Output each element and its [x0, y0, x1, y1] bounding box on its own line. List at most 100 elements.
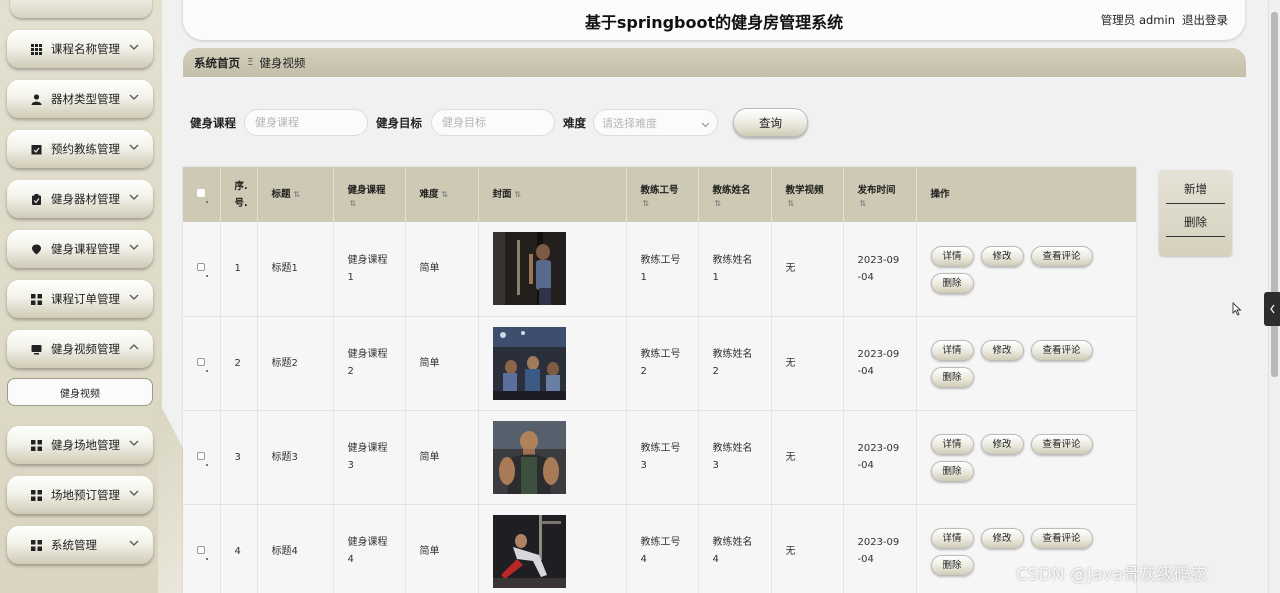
breadcrumb-home[interactable]: 系统首页 — [194, 55, 240, 71]
sidebar-item-fitness-videos[interactable]: 健身视频管理 — [7, 330, 153, 368]
cell-video: 无 — [771, 316, 844, 411]
mouse-cursor-icon — [1232, 302, 1242, 316]
sort-icon[interactable]: ⇅ — [860, 199, 916, 208]
cell-course-line1: 健身课程 — [347, 537, 388, 548]
select-all-checkbox[interactable] — [197, 189, 205, 197]
clipboard-icon — [31, 193, 42, 205]
delete-button[interactable]: 删除 — [930, 555, 974, 576]
column-header-difficulty[interactable]: 难度 ⇅ — [405, 167, 479, 222]
sidebar-item-coach-booking[interactable]: 预约教练管理 — [7, 130, 153, 168]
cell-course-line1: 健身课程 — [347, 443, 388, 454]
table-row: 3 标题3 健身课程 3 简单 教练工号 3 教练姓名 3 无 2023-09 … — [183, 410, 1136, 505]
cell-course: 健身课程 3 — [333, 410, 406, 505]
submenu-item-label: 健身视频 — [60, 388, 100, 400]
side-drawer-toggle[interactable] — [1264, 292, 1280, 326]
sort-icon[interactable]: ⇅ — [643, 199, 698, 208]
view-comments-button[interactable]: 查看评论 — [1030, 245, 1093, 267]
cell-index: 4 — [220, 504, 258, 593]
cell-coach-name: 教练姓名 1 — [698, 222, 772, 317]
view-comments-button[interactable]: 查看评论 — [1030, 528, 1093, 549]
cell-coach-name: 教练姓名 4 — [698, 504, 772, 593]
sidebar-item-top-partial[interactable] — [10, 0, 152, 18]
sidebar-item-venues[interactable]: 健身场地管理 — [7, 426, 153, 464]
delete-button[interactable]: 删除 — [930, 461, 974, 482]
sidebar-item-course-names[interactable]: 课程名称管理 — [7, 30, 153, 68]
detail-button[interactable]: 详情 — [930, 340, 974, 361]
view-comments-button[interactable]: 查看评论 — [1030, 434, 1093, 455]
sidebar-item-system[interactable]: 系统管理 — [7, 526, 153, 564]
edit-button[interactable]: 修改 — [980, 340, 1024, 361]
detail-button[interactable]: 详情 — [930, 434, 974, 455]
sidebar-item-equipment[interactable]: 健身器材管理 — [7, 180, 153, 218]
sidebar-item-course-orders[interactable]: 课程订单管理 — [7, 280, 153, 318]
breadcrumb: 系统首页 Ξ 健身视频 — [183, 48, 1246, 77]
table-header-row: 序. 号. 标题 ⇅ 健身课程 ⇅ 难度 ⇅ 封面 ⇅ 教练工号 ⇅ 教练姓名 ⇅ 教学视频 ⇅… — [183, 167, 1136, 222]
detail-button[interactable]: 详情 — [930, 528, 974, 549]
cell-cover — [478, 504, 627, 593]
cell-coach-id: 教练工号 1 — [626, 222, 699, 317]
delete-button[interactable]: 删除 — [930, 272, 974, 294]
cell-coach-name-line1: 教练姓名 — [712, 443, 753, 454]
cell-coach-id: 教练工号 4 — [626, 504, 699, 593]
cover-image[interactable] — [492, 514, 566, 588]
sort-icon[interactable]: ⇅ — [442, 190, 449, 199]
column-header-coach-id[interactable]: 教练工号 ⇅ — [626, 167, 699, 222]
row-checkbox[interactable] — [197, 451, 205, 460]
submenu-item-fitness-videos[interactable]: 健身视频 — [7, 378, 153, 406]
logout-link[interactable]: 退出登录 — [1182, 12, 1228, 28]
goal-filter-input[interactable] — [431, 109, 555, 136]
edit-button[interactable]: 修改 — [980, 245, 1024, 267]
course-filter-input[interactable] — [244, 109, 368, 136]
sort-icon[interactable]: ⇅ — [715, 199, 771, 208]
view-comments-button[interactable]: 查看评论 — [1030, 340, 1093, 361]
delete-button[interactable]: 删除 — [930, 367, 974, 388]
batch-delete-button[interactable]: 删除 — [1166, 207, 1225, 237]
sidebar-item-label: 健身课程管理 — [51, 242, 120, 256]
edit-button[interactable]: 修改 — [980, 528, 1024, 549]
column-header-publish-time[interactable]: 发布时间 ⇅ — [843, 167, 917, 222]
cell-cover — [478, 222, 627, 317]
cell-index: 1 — [220, 222, 258, 317]
cell-time-line1: 2023-09 — [857, 349, 900, 360]
edit-button[interactable]: 修改 — [980, 434, 1024, 455]
sort-icon[interactable]: ⇅ — [788, 199, 843, 208]
column-header-course[interactable]: 健身课程 ⇅ — [333, 167, 406, 222]
sort-icon[interactable]: ⇅ — [294, 190, 301, 199]
sidebar: 课程名称管理 器材类型管理 预约教练管理 健身器材管理 健身课程管理 课程订单管… — [0, 0, 162, 593]
column-header-cover[interactable]: 封面 ⇅ — [478, 167, 627, 222]
cell-course-line1: 健身课程 — [347, 254, 388, 266]
grid-icon — [31, 293, 42, 305]
column-header-index: 序. 号. — [220, 167, 258, 222]
sidebar-item-venue-booking[interactable]: 场地预订管理 — [7, 476, 153, 514]
cover-image[interactable] — [492, 420, 566, 494]
grid-icon — [31, 489, 42, 501]
column-header-label: 封面 — [492, 189, 512, 200]
cell-index: 3 — [220, 410, 258, 505]
detail-button[interactable]: 详情 — [930, 245, 974, 267]
column-header-title[interactable]: 标题 ⇅ — [257, 167, 334, 222]
cover-image[interactable] — [492, 232, 566, 306]
column-header-video[interactable]: 教学视频 ⇅ — [771, 167, 844, 222]
cell-difficulty: 简单 — [405, 410, 479, 505]
row-checkbox[interactable] — [197, 545, 205, 554]
monitor-icon — [31, 344, 42, 355]
row-checkbox[interactable] — [197, 357, 205, 366]
column-header-coach-name[interactable]: 教练姓名 ⇅ — [698, 167, 772, 222]
row-checkbox[interactable] — [197, 263, 205, 272]
difficulty-select[interactable]: 请选择难度 — [593, 109, 718, 136]
sidebar-item-fitness-courses[interactable]: 健身课程管理 — [7, 230, 153, 268]
cell-operations: 详情 修改 查看评论 删除 — [916, 222, 1136, 317]
chevron-down-icon — [129, 537, 139, 547]
chevron-down-icon — [129, 41, 139, 51]
column-header-operations: 操作 — [916, 167, 1136, 222]
cover-image[interactable] — [492, 326, 566, 400]
query-button[interactable]: 查询 — [733, 108, 808, 137]
sort-icon[interactable]: ⇅ — [515, 190, 522, 199]
calendar-check-icon — [31, 144, 42, 155]
batch-action-panel: 新增 删除 — [1159, 170, 1232, 256]
chevron-left-icon — [1269, 304, 1275, 314]
add-button[interactable]: 新增 — [1166, 174, 1225, 204]
grid-icon — [31, 539, 42, 551]
sidebar-item-equipment-types[interactable]: 器材类型管理 — [7, 80, 153, 118]
sort-icon[interactable]: ⇅ — [350, 199, 405, 208]
